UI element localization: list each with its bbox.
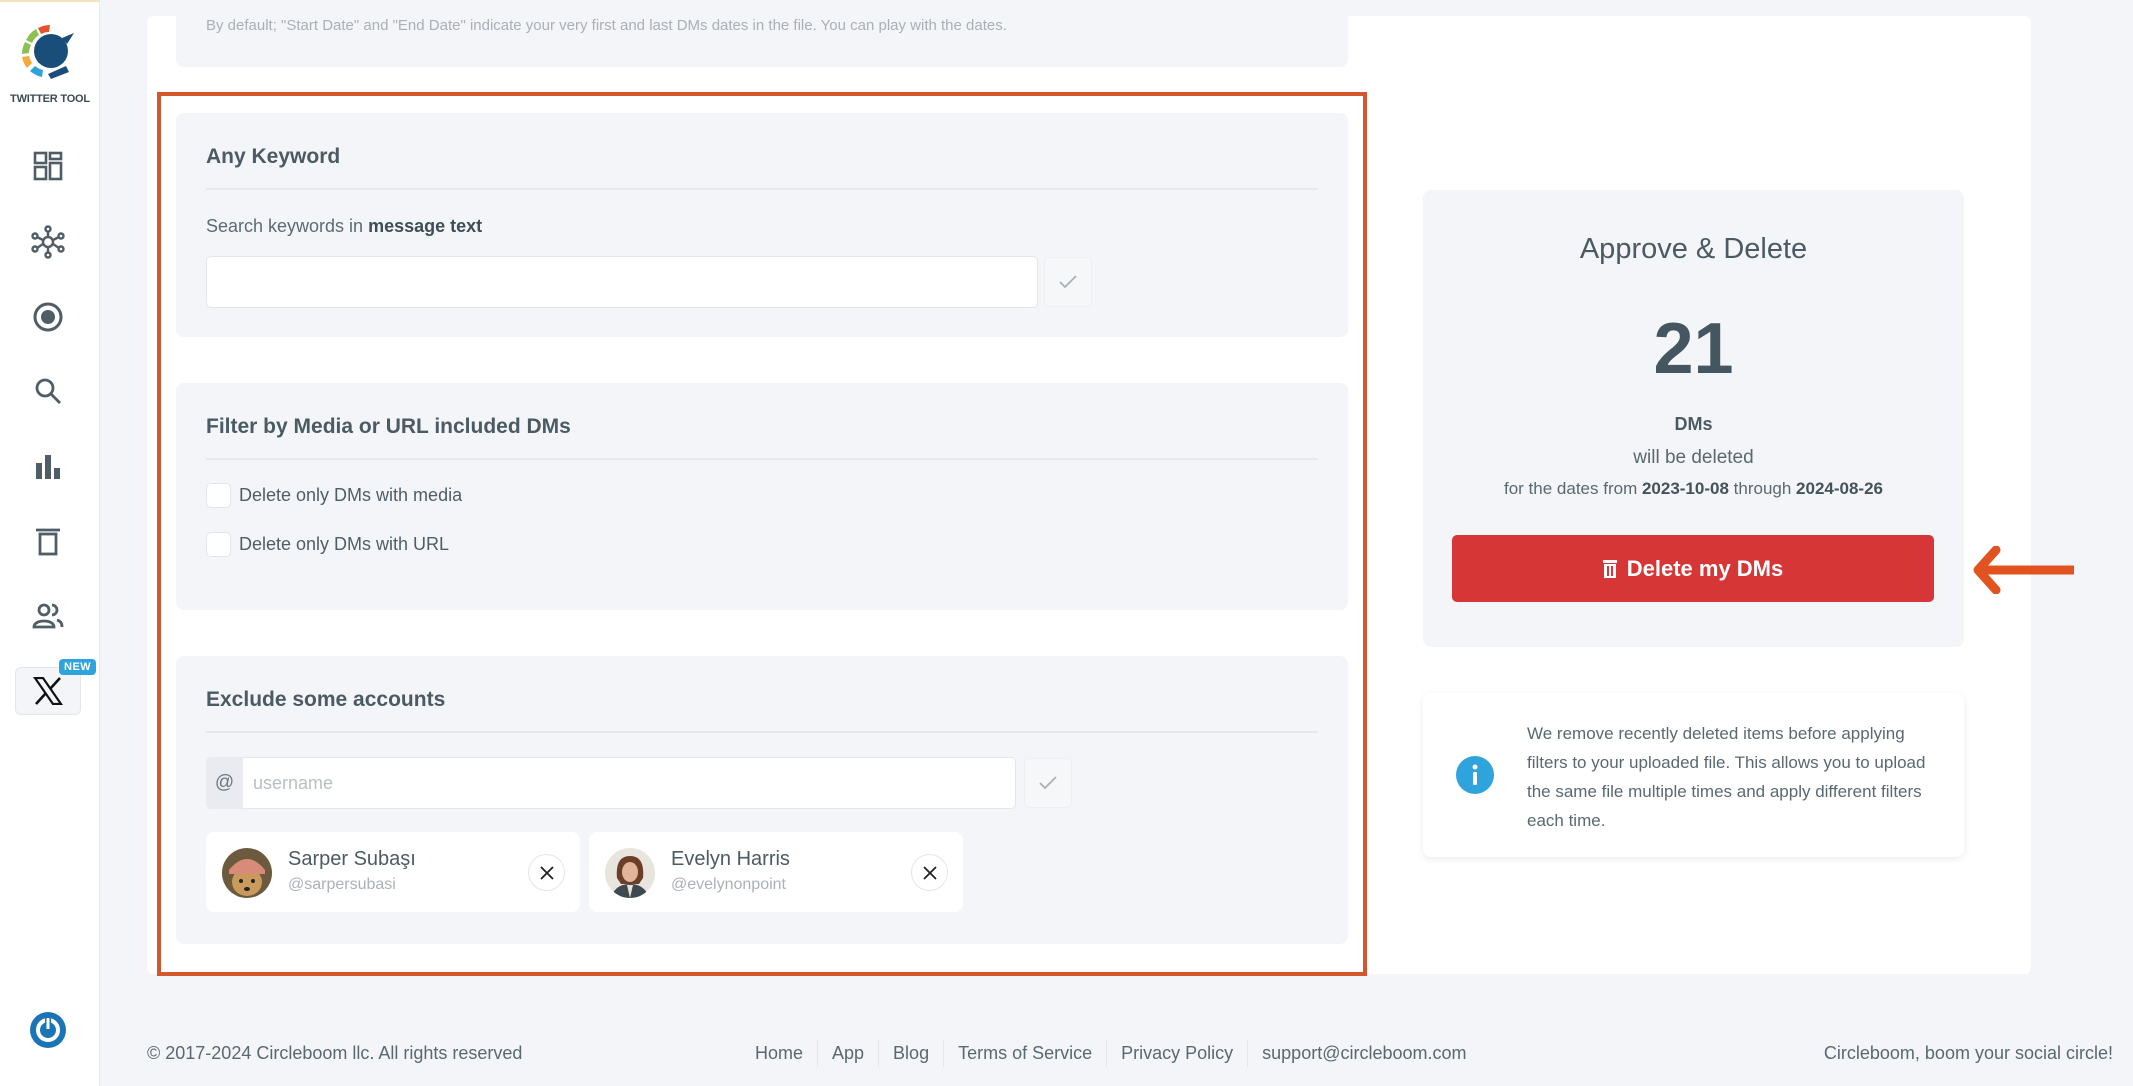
date-to: 2024-08-26 [1796,479,1883,498]
sidebar-item-network[interactable] [30,224,66,260]
date-range-text: for the dates from 2023-10-08 through 20… [1423,479,1964,499]
footer-link-blog[interactable]: Blog [878,1040,943,1067]
new-badge: NEW [59,659,97,675]
copyright: © 2017-2024 Circleboom llc. All rights r… [147,1043,523,1063]
trash-icon [1602,559,1617,578]
sidebar: TWITTER TOOL NEW [0,0,100,1086]
target-circle-icon [33,302,63,332]
footer-link-support-email[interactable]: support@circleboom.com [1247,1040,1480,1067]
footer-link-terms[interactable]: Terms of Service [943,1040,1106,1067]
footer-link-privacy[interactable]: Privacy Policy [1106,1040,1247,1067]
sidebar-item-search[interactable] [30,373,66,409]
highlight-annotation-box [157,92,1367,976]
delete-my-dms-button[interactable]: Delete my DMs [1452,535,1934,602]
footer-link-app[interactable]: App [817,1040,878,1067]
dates-prefix: for the dates from [1504,479,1642,498]
slogan: Circleboom, boom your social circle! [1823,1043,2113,1063]
footer: © 2017-2024 Circleboom llc. All rights r… [147,1040,2113,1070]
arrow-left-annotation-icon [1973,546,2074,594]
sidebar-item-circle[interactable] [30,299,66,335]
sidebar-item-dashboard[interactable] [30,148,66,184]
dashboard-icon [33,151,63,181]
bar-chart-icon [36,455,60,479]
dates-middle: through [1728,479,1797,498]
footer-links: Home App Blog Terms of Service Privacy P… [747,1040,1481,1067]
approve-delete-panel: Approve & Delete 21 DMs will be deleted … [1423,190,1964,647]
date-section: By default; "Start Date" and "End Date" … [176,0,1348,67]
dm-count-unit: DMs [1674,414,1713,434]
date-note: By default; "Start Date" and "End Date" … [206,17,1007,34]
circleboom-logo-icon[interactable] [18,22,78,82]
date-from: 2023-10-08 [1641,479,1729,498]
x-logo-icon [33,677,63,705]
footer-link-home[interactable]: Home [747,1040,817,1067]
dm-count: 21 [1653,309,1734,389]
delete-button-label: Delete my DMs [1626,555,1784,581]
logo-text: TWITTER TOOL [10,93,90,105]
info-notice: We remove recently deleted items before … [1423,693,1964,857]
network-icon [31,225,65,259]
users-icon [32,603,64,629]
info-icon [1456,756,1494,794]
approve-title: Approve & Delete [1579,233,1808,265]
sidebar-top-line [0,0,100,2]
sidebar-item-users[interactable] [30,598,66,634]
will-be-deleted-text: will be deleted [1633,447,1754,468]
search-icon [35,378,61,404]
sidebar-item-delete[interactable] [30,523,66,559]
sidebar-item-analytics[interactable] [30,449,66,485]
power-logout-icon[interactable] [28,1010,68,1050]
trash-icon [36,528,60,556]
info-text: We remove recently deleted items before … [1527,724,1926,830]
